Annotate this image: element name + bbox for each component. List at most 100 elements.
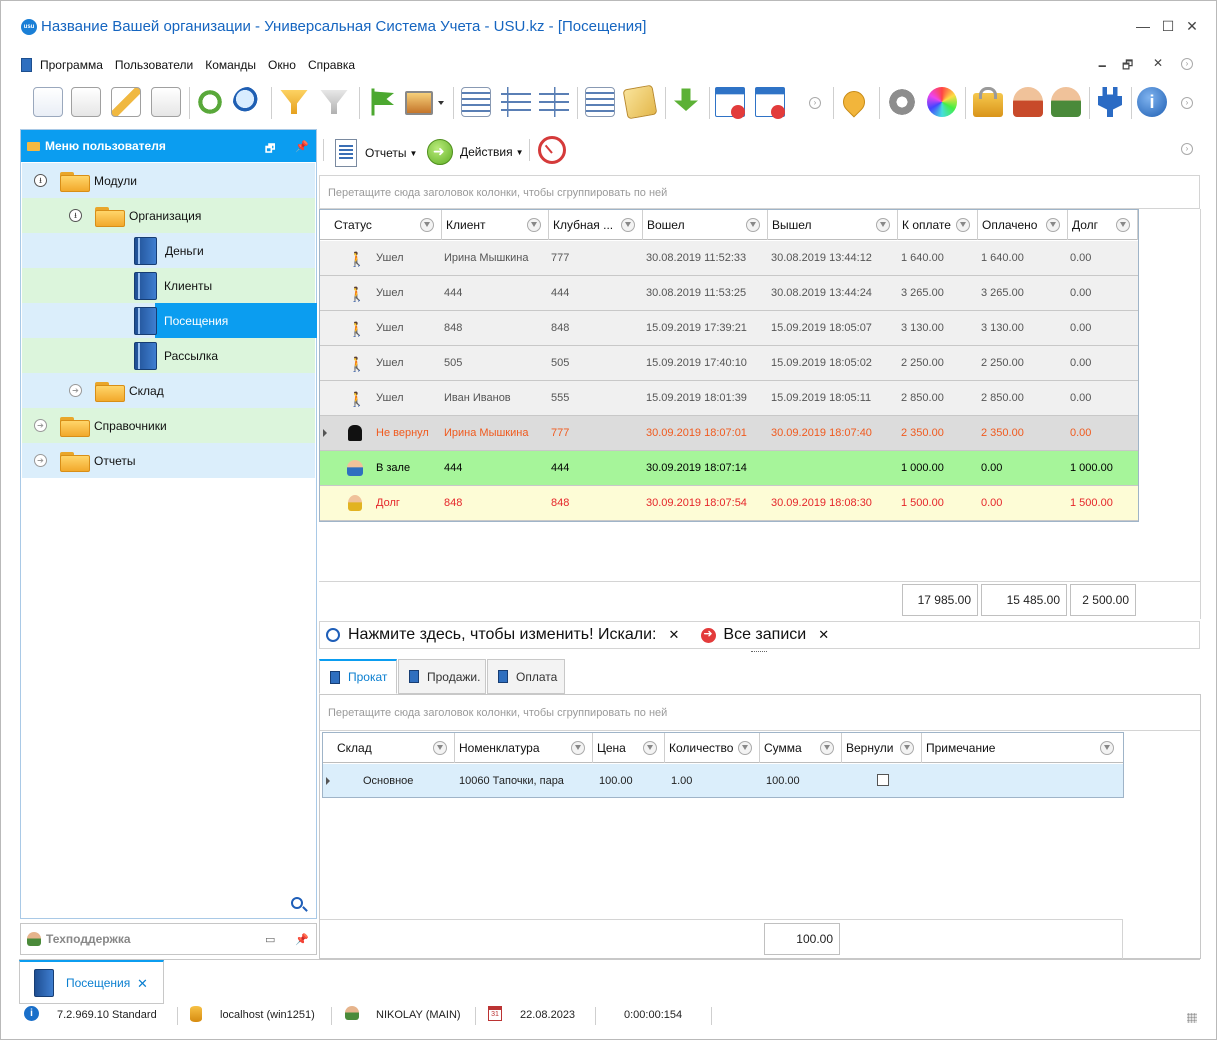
- column-paid[interactable]: Оплачено: [978, 210, 1068, 240]
- info-icon[interactable]: i: [1137, 87, 1167, 117]
- tree-expander-icon[interactable]: ➔: [34, 419, 47, 432]
- panel-pin-icon[interactable]: 📌: [295, 140, 309, 153]
- rental-row[interactable]: Основное 10060 Тапочки, пара 100.00 1.00…: [323, 764, 1123, 797]
- visit-row[interactable]: 🚶 Ушел Иван Иванов 555 15.09.2019 18:01:39 15…: [320, 381, 1138, 416]
- column-filter-icon[interactable]: [420, 218, 434, 232]
- column-note[interactable]: Примечание: [922, 733, 1123, 763]
- timer-clock-icon[interactable]: [538, 136, 566, 164]
- tree-expand-icon[interactable]: [501, 87, 531, 117]
- column-debt[interactable]: Долг: [1068, 210, 1138, 240]
- tree-collapse-icon[interactable]: [539, 87, 569, 117]
- panel-float-icon[interactable]: 🗗: [265, 140, 275, 159]
- resize-grip-icon[interactable]: [1187, 1013, 1197, 1023]
- download-icon[interactable]: [674, 88, 698, 111]
- tree-item-warehouse[interactable]: ➔ Склад: [22, 373, 315, 408]
- column-filter-icon[interactable]: [1100, 741, 1114, 755]
- image-dropdown-icon[interactable]: [438, 101, 444, 105]
- column-filter-icon[interactable]: [433, 741, 447, 755]
- tree-item-money[interactable]: Деньги: [22, 233, 315, 268]
- refresh-icon[interactable]: [195, 87, 225, 117]
- settings-gear-icon[interactable]: [887, 87, 917, 117]
- column-filter-icon[interactable]: [956, 218, 970, 232]
- delete-record-icon[interactable]: [151, 87, 181, 117]
- column-quantity[interactable]: Количество: [665, 733, 760, 763]
- filter-edit-text[interactable]: Нажмите здесь, чтобы изменить! Искали:: [348, 626, 657, 644]
- minimize-button[interactable]: —: [1132, 15, 1154, 37]
- support-minimize-icon[interactable]: ▭: [265, 933, 275, 946]
- all-records-label[interactable]: Все записи: [723, 626, 806, 644]
- column-warehouse[interactable]: Склад: [333, 733, 455, 763]
- add-record-icon[interactable]: [33, 87, 63, 117]
- doc-tab-visits[interactable]: Посещения ✕: [19, 960, 164, 1004]
- column-nomenclature[interactable]: Номенклатура: [455, 733, 593, 763]
- location-pin-icon[interactable]: [838, 86, 870, 118]
- column-filter-icon[interactable]: [527, 218, 541, 232]
- tree-item-mailing[interactable]: Рассылка: [22, 338, 315, 373]
- column-price[interactable]: Цена: [593, 733, 665, 763]
- color-wheel-icon[interactable]: [927, 87, 957, 117]
- edit-record-icon[interactable]: [111, 87, 141, 117]
- column-filter-icon[interactable]: [746, 218, 760, 232]
- add-column-icon[interactable]: [585, 87, 615, 117]
- filter-icon[interactable]: [280, 90, 308, 114]
- returned-checkbox[interactable]: [877, 774, 889, 786]
- tree-item-visits[interactable]: Посещения: [22, 303, 317, 338]
- visit-row[interactable]: 🚶 Ушел 444 444 30.08.2019 11:53:25 30.08.2019…: [320, 276, 1138, 311]
- column-returned[interactable]: Вернули: [842, 733, 922, 763]
- menu-program[interactable]: Программа: [40, 58, 103, 72]
- filter-bar[interactable]: Нажмите здесь, чтобы изменить! Искали: ✕…: [319, 621, 1200, 649]
- toolbar-end-overflow-icon[interactable]: ›: [1181, 97, 1193, 109]
- column-card[interactable]: Клубная ...: [549, 210, 643, 240]
- filter-settings-icon[interactable]: [320, 90, 348, 114]
- column-entered[interactable]: Вошел: [643, 210, 768, 240]
- column-filter-icon[interactable]: [876, 218, 890, 232]
- doc-tab-close-icon[interactable]: ✕: [137, 976, 148, 992]
- notes-icon[interactable]: [622, 84, 658, 120]
- user-key-icon[interactable]: [1013, 87, 1043, 117]
- column-sum[interactable]: Сумма: [760, 733, 842, 763]
- visits-toolbar-overflow-icon[interactable]: ›: [1181, 143, 1193, 155]
- tree-item-modules[interactable]: ⭳ Модули: [22, 163, 315, 198]
- flag-icon[interactable]: [371, 88, 394, 116]
- plugin-plug-icon[interactable]: [1098, 87, 1122, 117]
- group-by-area[interactable]: Перетащите сюда заголовок колонки, чтобы…: [319, 175, 1200, 209]
- support-pin-icon[interactable]: 📌: [295, 933, 309, 946]
- visit-row[interactable]: 🚶 Ушел 848 848 15.09.2019 17:39:21 15.09.2019…: [320, 311, 1138, 346]
- column-filter-icon[interactable]: [571, 741, 585, 755]
- tree-expander-icon[interactable]: ➔: [69, 384, 82, 397]
- support-panel[interactable]: Техподдержка ▭ 📌: [20, 923, 317, 955]
- tree-expander-icon[interactable]: ⭳: [69, 209, 82, 222]
- column-filter-icon[interactable]: [1046, 218, 1060, 232]
- toolbar-overflow-icon[interactable]: ›: [809, 97, 821, 109]
- column-exited[interactable]: Вышел: [768, 210, 898, 240]
- maximize-button[interactable]: ☐: [1157, 15, 1179, 37]
- menu-users[interactable]: Пользователи: [115, 58, 193, 72]
- tree-item-references[interactable]: ➔ Справочники: [22, 408, 315, 443]
- column-filter-icon[interactable]: [738, 741, 752, 755]
- image-icon[interactable]: [405, 91, 433, 115]
- column-filter-icon[interactable]: [621, 218, 635, 232]
- users-group-icon[interactable]: [1051, 87, 1081, 117]
- menu-search-icon[interactable]: [291, 897, 303, 909]
- tab-payment[interactable]: Оплата: [487, 659, 565, 694]
- search-icon[interactable]: [233, 87, 263, 117]
- menu-overflow-icon[interactable]: ›: [1181, 58, 1193, 70]
- menu-help[interactable]: Справка: [308, 58, 355, 72]
- visit-row[interactable]: 🚶 Ушел Ирина Мышкина 777 30.08.2019 11:52:33…: [320, 241, 1138, 276]
- column-client[interactable]: Клиент: [442, 210, 549, 240]
- tree-item-organization[interactable]: ⭳ Организация: [22, 198, 315, 233]
- column-filter-icon[interactable]: [900, 741, 914, 755]
- mdi-close-button[interactable]: ✕: [1153, 56, 1163, 70]
- mdi-minimize-button[interactable]: 🗕: [1098, 56, 1107, 77]
- splitter-grip[interactable]: [751, 651, 767, 652]
- column-filter-icon[interactable]: [643, 741, 657, 755]
- columns-icon[interactable]: [461, 87, 491, 117]
- filter-clear-icon[interactable]: ✕: [669, 627, 680, 643]
- tab-rental[interactable]: Прокат: [319, 659, 397, 694]
- tree-item-reports[interactable]: ➔ Отчеты: [22, 443, 315, 478]
- column-filter-icon[interactable]: [820, 741, 834, 755]
- column-filter-icon[interactable]: [1116, 218, 1130, 232]
- copy-record-icon[interactable]: [71, 87, 101, 117]
- tree-item-clients[interactable]: Клиенты: [22, 268, 315, 303]
- actions-button[interactable]: Действия ▼: [427, 139, 524, 165]
